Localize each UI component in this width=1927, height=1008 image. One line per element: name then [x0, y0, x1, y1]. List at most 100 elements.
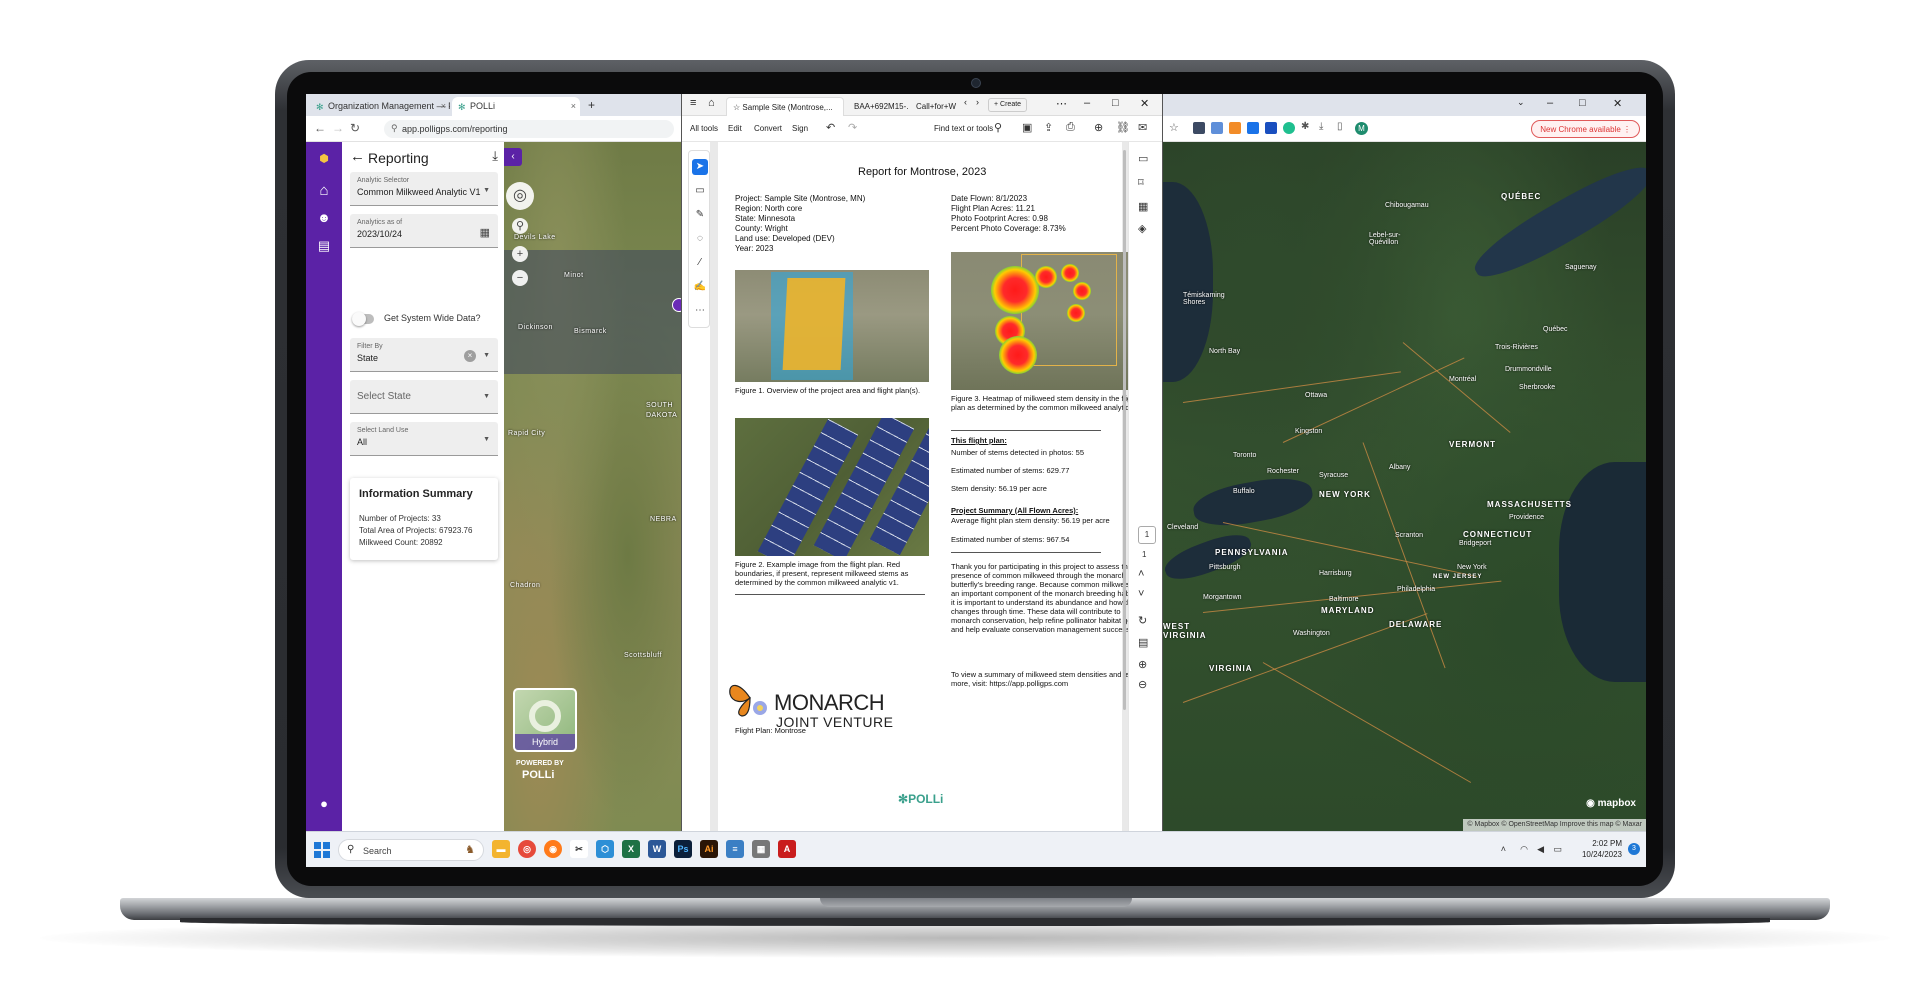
menu-convert[interactable]: Convert	[754, 124, 782, 133]
chevron-down-icon[interactable]: ⌄	[1517, 97, 1525, 108]
start-button[interactable]	[314, 842, 330, 858]
download-icon[interactable]: ⤓	[492, 148, 498, 164]
home-icon[interactable]: ⌂	[708, 97, 715, 109]
close-icon[interactable]: ×	[571, 101, 576, 111]
lasso-icon[interactable]: ◌	[692, 231, 708, 247]
redo-icon[interactable]: ↷	[848, 121, 857, 134]
tab-baa[interactable]: BAA+692M15-...	[848, 97, 908, 116]
share-icon[interactable]: ⊕	[1094, 121, 1103, 134]
tab-call-for[interactable]: Call+for+W	[910, 97, 960, 116]
calculator-icon[interactable]: ▦	[752, 840, 770, 858]
calendar-icon[interactable]: ▦	[480, 226, 490, 239]
url-field[interactable]: ⚲ app.polligps.com/reporting	[384, 120, 674, 138]
more-tools-icon[interactable]: ⋯	[692, 303, 708, 319]
menu-all-tools[interactable]: All tools	[690, 124, 718, 133]
email-icon[interactable]: ✉	[1138, 121, 1147, 134]
line-icon[interactable]: ⁄	[692, 255, 708, 271]
users-icon[interactable]: ☻	[314, 210, 334, 230]
back-arrow-icon[interactable]: ←	[350, 148, 365, 165]
more-icon[interactable]: ⋯	[1056, 97, 1067, 110]
back-arrow-icon[interactable]: ←	[314, 121, 326, 135]
search-icon[interactable]: ⚲	[994, 121, 1002, 134]
system-wide-toggle[interactable]	[352, 312, 374, 326]
new-chrome-available-button[interactable]: New Chrome available ⋮	[1531, 120, 1640, 138]
refresh-icon[interactable]: ↻	[1138, 614, 1147, 627]
site-info-icon[interactable]: ⚲	[391, 123, 398, 134]
zoom-out-icon[interactable]: ⊖	[1138, 678, 1147, 691]
notification-badge[interactable]: 3	[1628, 843, 1640, 855]
undo-icon[interactable]: ↶	[826, 121, 835, 134]
menu-edit[interactable]: Edit	[728, 124, 742, 133]
save-icon[interactable]: ▣	[1022, 121, 1032, 134]
chrome-icon[interactable]: ◎	[518, 840, 536, 858]
layers-icon[interactable]: ◈	[1138, 222, 1146, 235]
chevron-up-icon[interactable]: ˄	[1138, 568, 1144, 580]
close-icon[interactable]: ✕	[1140, 97, 1149, 110]
chevron-left-icon[interactable]: ‹	[964, 97, 967, 107]
taskbar-search[interactable]: ⚲ Search ♞	[338, 839, 484, 861]
select-cursor-icon[interactable]: ➤	[692, 159, 708, 175]
page-icon[interactable]: ▤	[1138, 636, 1148, 649]
thumbnails-icon[interactable]: ▦	[1138, 200, 1148, 213]
menu-sign[interactable]: Sign	[792, 124, 808, 133]
satellite-map[interactable]: ‹ ◎ ⚲ + − Devils Lake Minot Dickinson Bi…	[504, 142, 681, 831]
create-button[interactable]: + Create	[988, 98, 1028, 112]
snipping-tool-icon[interactable]: ✂	[570, 840, 588, 858]
chevron-up-icon[interactable]: ˄	[1501, 844, 1506, 854]
search-icon[interactable]: ⚲	[512, 218, 528, 234]
filter-by-select[interactable]: Filter By State × ▼	[350, 338, 498, 372]
comment-icon[interactable]: ▭	[692, 183, 708, 199]
extension-icon[interactable]	[1229, 122, 1241, 134]
document-scrollbar[interactable]	[1123, 150, 1126, 710]
project-marker[interactable]	[672, 298, 681, 312]
forward-arrow-icon[interactable]: →	[332, 121, 344, 135]
volume-icon[interactable]: ◀	[1537, 844, 1544, 855]
pen-icon[interactable]: ✎	[692, 207, 708, 223]
account-icon[interactable]: ●	[314, 796, 334, 816]
new-tab-button[interactable]: +	[588, 98, 595, 112]
firefox-icon[interactable]: ◉	[544, 840, 562, 858]
system-clock[interactable]: 2:02 PM 10/24/2023	[1582, 838, 1622, 860]
extension-icon[interactable]	[1265, 122, 1277, 134]
map-attribution[interactable]: © Mapbox © OpenStreetMap Improve this ma…	[1463, 819, 1646, 831]
link-icon[interactable]: ⛓	[1116, 121, 1130, 134]
stamp-icon[interactable]: ✍	[692, 279, 708, 295]
download-icon[interactable]: ⤓	[1319, 121, 1323, 132]
extension-icon[interactable]	[1193, 122, 1205, 134]
zoom-out-button[interactable]: −	[512, 270, 528, 286]
menu-icon[interactable]: ≡	[690, 97, 696, 109]
extension-icon[interactable]	[1211, 122, 1223, 134]
extension-icon[interactable]	[1247, 122, 1259, 134]
star-icon[interactable]: ☆	[733, 103, 742, 112]
mapbox-satellite-map[interactable]: QUÉBEC Chibougamau Lebel-sur-Quévillon S…	[1163, 142, 1646, 831]
collapse-panel-button[interactable]: ‹	[504, 148, 522, 166]
chevron-down-icon[interactable]: ˅	[1138, 588, 1144, 600]
excel-icon[interactable]: X	[622, 840, 640, 858]
notepad-icon[interactable]: ≡	[726, 840, 744, 858]
minimize-icon[interactable]: –	[1084, 97, 1090, 109]
clear-icon[interactable]: ×	[464, 350, 476, 362]
tab-polli[interactable]: ✻ POLLi ×	[452, 97, 580, 116]
select-state-dropdown[interactable]: Select State ▼	[350, 380, 498, 414]
home-icon[interactable]: ⌂	[314, 182, 334, 202]
battery-icon[interactable]: ▭	[1553, 844, 1562, 855]
acrobat-icon[interactable]: A	[778, 840, 796, 858]
maximize-icon[interactable]: □	[1112, 97, 1119, 109]
wifi-icon[interactable]: ◠	[1520, 844, 1528, 855]
reload-icon[interactable]: ↻	[350, 121, 360, 135]
close-icon[interactable]: ✕	[1613, 97, 1622, 110]
comment-icon[interactable]: ▭	[1138, 152, 1148, 165]
upload-icon[interactable]: ⇪	[1044, 121, 1053, 134]
word-icon[interactable]: W	[648, 840, 666, 858]
print-icon[interactable]: ⎙	[1066, 121, 1075, 134]
settings-icon[interactable]: ⬡	[596, 840, 614, 858]
basemap-toggle[interactable]: Hybrid	[513, 688, 577, 752]
tab-sample-site[interactable]: ☆ Sample Site (Montrose,...	[726, 97, 844, 116]
bookmark-icon[interactable]: ⌑	[1138, 176, 1144, 189]
close-icon[interactable]: ×	[441, 101, 446, 111]
analytic-selector[interactable]: Analytic Selector Common Milkweed Analyt…	[350, 172, 498, 206]
find-tools-input[interactable]: Find text or tools	[934, 124, 993, 133]
bookmark-star-icon[interactable]: ☆	[1169, 121, 1179, 134]
maximize-icon[interactable]: □	[1579, 97, 1586, 109]
zoom-in-icon[interactable]: ⊕	[1138, 658, 1147, 671]
